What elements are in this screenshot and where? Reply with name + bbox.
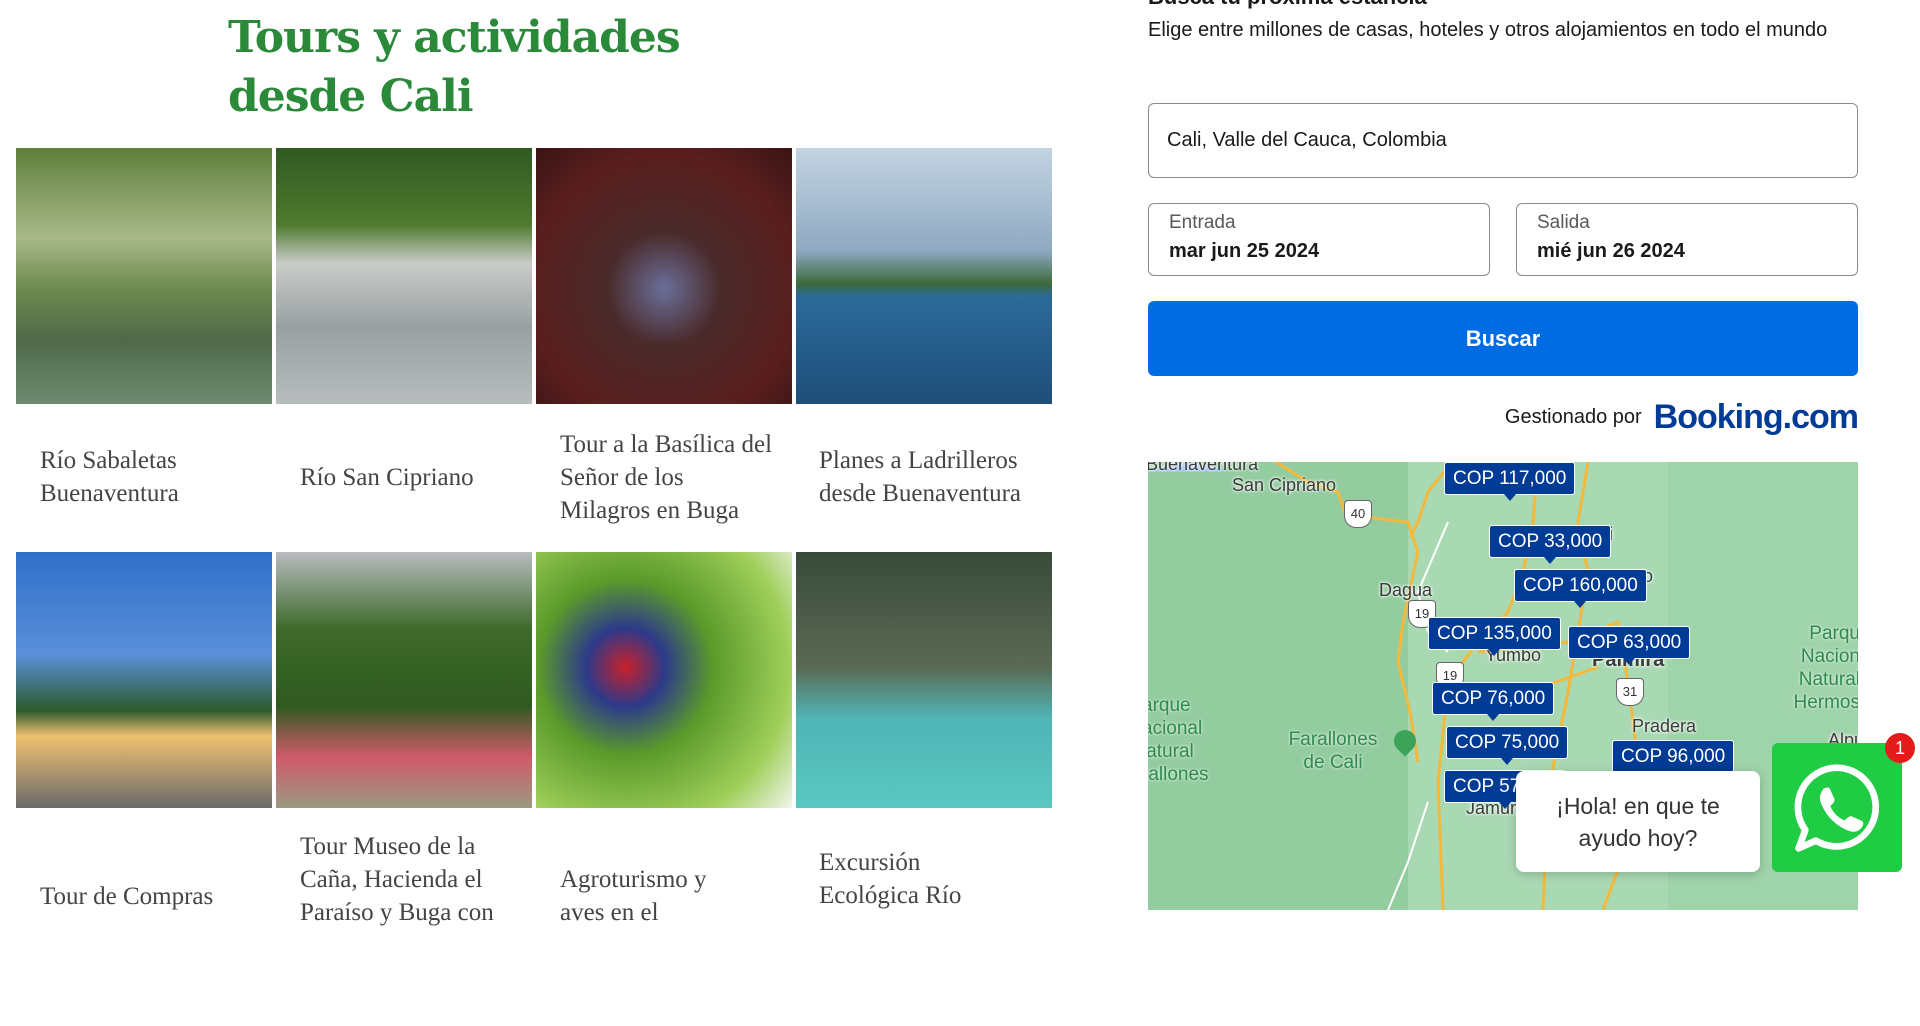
tour-caption[interactable]: Río Sabaletas Buenaventura bbox=[40, 404, 270, 550]
price-marker[interactable]: COP 117,000 bbox=[1444, 462, 1576, 501]
price-marker[interactable]: COP 135,000 bbox=[1428, 617, 1561, 656]
map-label-parque-farallones: arque acional latural rallones bbox=[1148, 695, 1209, 785]
checkin-label: Entrada bbox=[1169, 212, 1236, 233]
route-shield: 31 bbox=[1616, 678, 1644, 706]
tour-image-ladrilleros[interactable] bbox=[796, 148, 1052, 404]
powered-by: Gestionado por Booking.com bbox=[1504, 398, 1859, 437]
tour-image-excursion-rio[interactable] bbox=[796, 552, 1052, 808]
tour-image-rio-sabaletas[interactable] bbox=[16, 148, 272, 404]
tour-caption[interactable]: Excursión Ecológica Río bbox=[819, 808, 999, 992]
checkin-field[interactable]: Entrada mar jun 25 2024 bbox=[1148, 203, 1490, 276]
booking-logo[interactable]: Booking.com bbox=[1654, 398, 1859, 437]
tour-caption[interactable]: Tour de Compras bbox=[40, 808, 270, 1026]
tour-image-agroturismo[interactable] bbox=[536, 552, 792, 808]
tour-caption[interactable]: Planes a Ladrilleros desde Buenaventura bbox=[819, 404, 1034, 550]
tour-image-basilica-buga[interactable] bbox=[536, 148, 792, 404]
powered-by-text: Gestionado por bbox=[1504, 406, 1642, 428]
tour-caption[interactable]: Agroturismo y aves en el bbox=[560, 808, 740, 1009]
checkout-field[interactable]: Salida mié jun 26 2024 bbox=[1516, 203, 1858, 276]
map-label-buenaventura: Buenaventura bbox=[1148, 462, 1259, 474]
tour-caption[interactable]: Río San Cipriano bbox=[300, 404, 530, 550]
tour-caption[interactable]: Tour a la Basílica del Señor de los Mila… bbox=[560, 404, 775, 550]
map-label-farallones: Farallones de Cali bbox=[1288, 729, 1378, 773]
chat-greeting-text: ¡Hola! en que te ayudo hoy? bbox=[1556, 792, 1720, 851]
route-shield: 40 bbox=[1344, 500, 1372, 528]
map-label-dagua: Dagua bbox=[1379, 580, 1433, 600]
map-label-pradera: Pradera bbox=[1632, 716, 1697, 736]
tour-image-rio-san-cipriano[interactable] bbox=[276, 148, 532, 404]
tour-image-museo-cana[interactable] bbox=[276, 552, 532, 808]
tour-caption[interactable]: Tour Museo de la Caña, Hacienda el Paraí… bbox=[300, 808, 515, 976]
booking-heading: Busca tu próxima estancia bbox=[1148, 0, 1427, 10]
search-button[interactable]: Buscar bbox=[1148, 301, 1858, 376]
booking-description: Elige entre millones de casas, hoteles y… bbox=[1148, 19, 1828, 41]
price-marker[interactable]: COP 96,000 bbox=[1612, 740, 1735, 779]
page-title: Tours y actividades desde Cali bbox=[228, 12, 681, 122]
destination-input[interactable]: Cali, Valle del Cauca, Colombia bbox=[1148, 103, 1858, 178]
tour-image-compras[interactable] bbox=[16, 552, 272, 808]
price-marker[interactable]: COP 76,000 bbox=[1432, 682, 1555, 721]
map-label-san-cipriano: San Cipriano bbox=[1232, 475, 1337, 495]
notification-badge: 1 bbox=[1885, 733, 1915, 763]
price-marker[interactable]: COP 75,000 bbox=[1446, 726, 1569, 765]
price-marker[interactable]: COP 63,000 bbox=[1568, 626, 1691, 665]
price-marker[interactable]: COP 160,000 bbox=[1514, 569, 1647, 608]
price-marker[interactable]: COP 33,000 bbox=[1489, 525, 1612, 564]
checkin-value: mar jun 25 2024 bbox=[1169, 240, 1320, 262]
map-label-parque-hermosas: Parqu Nacion Natural Hermos bbox=[1793, 623, 1858, 713]
chat-greeting-bubble[interactable]: ¡Hola! en que te ayudo hoy? bbox=[1516, 771, 1760, 872]
checkout-label: Salida bbox=[1537, 212, 1590, 233]
checkout-value: mié jun 26 2024 bbox=[1537, 240, 1685, 262]
whatsapp-icon bbox=[1794, 763, 1880, 852]
whatsapp-button[interactable] bbox=[1772, 743, 1902, 872]
